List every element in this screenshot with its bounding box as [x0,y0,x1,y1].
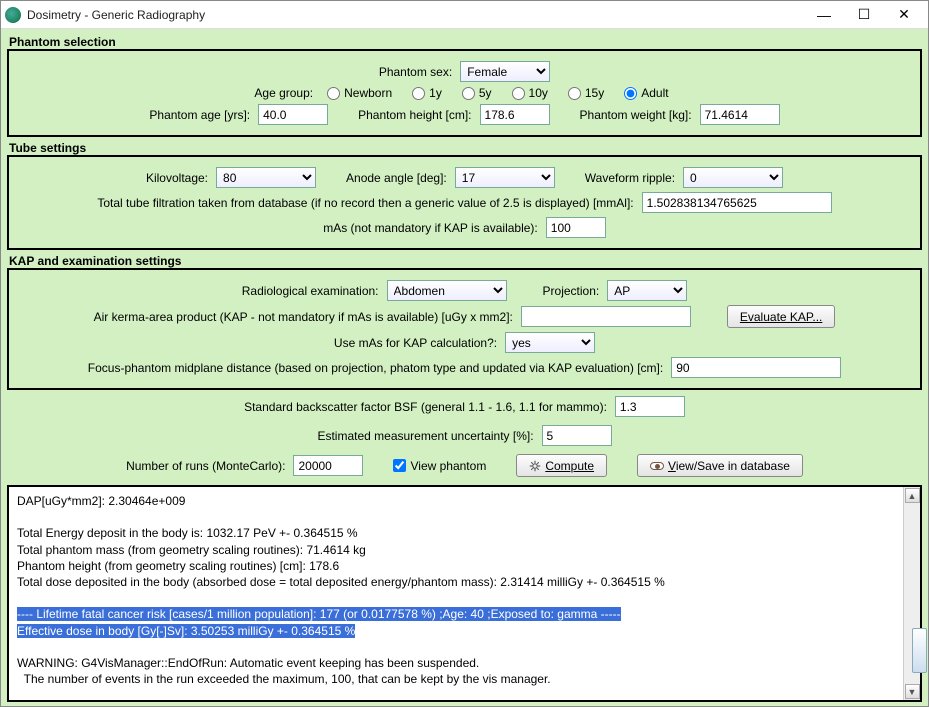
use-mas-select[interactable]: yes [505,332,595,353]
output-panel: DAP[uGy*mm2]: 2.30464e+009 Total Energy … [7,485,922,702]
mas-input[interactable] [546,217,606,238]
age-1y-radio[interactable] [412,87,425,100]
phantom-height-input[interactable] [480,104,550,125]
uncertainty-label: Estimated measurement uncertainty [%]: [317,429,533,443]
scroll-thumb[interactable] [912,628,927,673]
window-title: Dosimetry - Generic Radiography [27,8,804,22]
view-save-button[interactable]: View/Save in database [637,454,803,477]
kap-input[interactable] [521,306,691,327]
age-newborn-label: Newborn [344,86,392,100]
kap-heading: KAP and examination settings [9,254,922,268]
age-15y-label: 15y [585,86,604,100]
runs-label: Number of runs (MonteCarlo): [126,459,285,473]
exam-select[interactable]: Abdomen [387,280,507,301]
exam-label: Radiological examination: [242,284,379,298]
scroll-up-icon[interactable]: ▲ [905,488,920,503]
filtration-input[interactable] [642,192,832,213]
kv-select[interactable]: 80 [216,167,316,188]
view-phantom-checkbox[interactable] [393,459,406,472]
age-adult-radio[interactable] [624,87,637,100]
output-text[interactable]: DAP[uGy*mm2]: 2.30464e+009 Total Energy … [9,487,903,700]
age-1y-label: 1y [429,86,442,100]
phantom-age-label: Phantom age [yrs]: [149,108,250,122]
anode-select[interactable]: 17 [455,167,555,188]
age-5y-radio[interactable] [462,87,475,100]
gear-icon [529,460,541,472]
filtration-label: Total tube filtration taken from databas… [97,196,633,210]
content-area: Phantom selection Phantom sex: Female Ag… [1,29,928,706]
age-10y-label: 10y [529,86,548,100]
compute-button[interactable]: Compute [516,454,607,477]
app-icon [5,7,21,23]
kap-panel: Radiological examination: Abdomen Projec… [7,268,922,390]
use-mas-label: Use mAs for KAP calculation?: [334,336,497,350]
phantom-heading: Phantom selection [9,35,922,49]
eye-icon [650,462,664,470]
minimize-button[interactable]: — [804,2,844,28]
ripple-select[interactable]: 0 [683,167,783,188]
phantom-age-input[interactable] [258,104,328,125]
phantom-panel: Phantom sex: Female Age group: Newborn 1… [7,49,922,137]
maximize-button[interactable]: ☐ [844,2,884,28]
phantom-weight-label: Phantom weight [kg]: [580,108,692,122]
phantom-sex-select[interactable]: Female [460,61,550,82]
view-phantom-label: View phantom [410,459,486,473]
tube-panel: Kilovoltage: 80 Anode angle [deg]: 17 Wa… [7,155,922,250]
kap-label: Air kerma-area product (KAP - not mandat… [94,310,513,324]
proj-label: Projection: [543,284,600,298]
app-window: Dosimetry - Generic Radiography — ☐ ✕ Ph… [0,0,929,707]
tube-heading: Tube settings [9,141,922,155]
ripple-label: Waveform ripple: [585,171,675,185]
evaluate-kap-button[interactable]: Evaluate KAP... [727,305,836,328]
phantom-sex-label: Phantom sex: [379,65,452,79]
proj-select[interactable]: AP [607,280,687,301]
scrollbar[interactable]: ▲ ▼ [903,487,920,700]
age-5y-label: 5y [479,86,492,100]
age-10y-radio[interactable] [512,87,525,100]
mas-label: mAs (not mandatory if KAP is available): [323,221,538,235]
anode-label: Anode angle [deg]: [346,171,447,185]
bsf-input[interactable] [615,396,685,417]
age-15y-radio[interactable] [568,87,581,100]
phantom-height-label: Phantom height [cm]: [358,108,471,122]
kv-label: Kilovoltage: [146,171,208,185]
runs-input[interactable] [293,455,363,476]
focus-input[interactable] [671,357,841,378]
age-group-label: Age group: [254,86,313,100]
scroll-down-icon[interactable]: ▼ [905,684,920,699]
age-newborn-radio[interactable] [327,87,340,100]
phantom-weight-input[interactable] [700,104,780,125]
titlebar: Dosimetry - Generic Radiography — ☐ ✕ [1,1,928,29]
uncertainty-input[interactable] [542,425,612,446]
close-button[interactable]: ✕ [884,2,924,28]
age-adult-label: Adult [641,86,668,100]
bsf-label: Standard backscatter factor BSF (general… [244,400,607,414]
focus-label: Focus-phantom midplane distance (based o… [88,361,663,375]
